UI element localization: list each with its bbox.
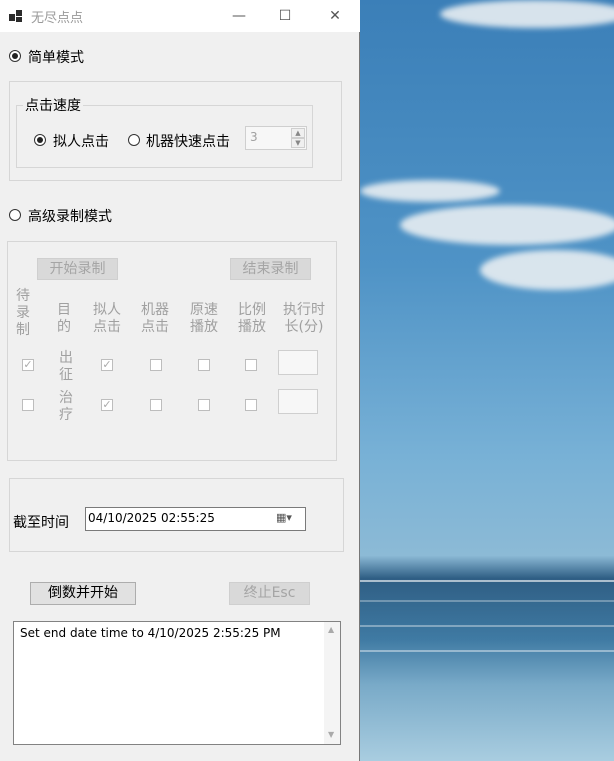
row1-target: 出征 xyxy=(59,350,73,383)
scroll-up-icon[interactable]: ▲ xyxy=(328,625,334,634)
desktop-background xyxy=(360,0,614,761)
spin-up-icon[interactable]: ▲ xyxy=(291,128,305,138)
interval-value: 3 xyxy=(250,130,258,144)
column-header-original-speed: 原速 播放 xyxy=(190,302,218,335)
human-click-label[interactable]: 拟人点击 xyxy=(53,131,109,151)
deadline-label: 截至时间 xyxy=(13,515,69,531)
column-header-ratio-play: 比例 播放 xyxy=(238,302,266,335)
scroll-down-icon[interactable]: ▼ xyxy=(328,730,334,739)
machine-click-label[interactable]: 机器快速点击 xyxy=(146,131,230,151)
human-click-radio[interactable] xyxy=(34,134,46,146)
end-record-button[interactable]: 结束录制 xyxy=(230,258,311,280)
log-textbox[interactable]: Set end date time to 4/10/2025 2:55:25 P… xyxy=(13,621,341,745)
click-speed-legend: 点击速度 xyxy=(23,95,83,115)
app-window: 无尽点点 — ☐ ✕ 简单模式 点击速度 拟人点击 机器快速点击 3 ▲ ▼ 高… xyxy=(0,0,360,761)
column-header-target: 目的 xyxy=(57,302,71,335)
row2-duration-input[interactable] xyxy=(278,389,318,414)
spin-down-icon[interactable]: ▼ xyxy=(291,138,305,148)
log-scrollbar[interactable]: ▲ ▼ xyxy=(324,622,340,744)
window-title: 无尽点点 xyxy=(31,11,84,26)
calendar-icon[interactable]: ▦▾ xyxy=(276,511,292,524)
advanced-mode-label[interactable]: 高级录制模式 xyxy=(28,206,112,226)
row2-machine-checkbox[interactable] xyxy=(150,399,162,411)
column-header-machine-click: 机器 点击 xyxy=(141,302,169,335)
row1-machine-checkbox[interactable] xyxy=(150,359,162,371)
log-text: Set end date time to 4/10/2025 2:55:25 P… xyxy=(20,626,281,640)
row1-duration-input[interactable] xyxy=(278,350,318,375)
stop-button[interactable]: 终止Esc xyxy=(229,582,310,605)
row2-original-checkbox[interactable] xyxy=(198,399,210,411)
row1-ratio-checkbox[interactable] xyxy=(245,359,257,371)
row2-target: 治疗 xyxy=(59,390,73,423)
deadline-datetime-picker[interactable]: 04/10/2025 02:55:25 ▦▾ xyxy=(85,507,306,531)
row2-human-checkbox[interactable]: ✓ xyxy=(101,399,113,411)
row2-record-checkbox[interactable] xyxy=(22,399,34,411)
column-header-human-click: 拟人 点击 xyxy=(93,302,121,335)
column-header-duration: 执行时 长(分) xyxy=(283,302,325,335)
row1-record-checkbox[interactable]: ✓ xyxy=(22,359,34,371)
title-bar[interactable]: 无尽点点 — ☐ ✕ xyxy=(0,0,360,32)
simple-mode-radio[interactable] xyxy=(9,50,21,62)
maximize-icon[interactable]: ☐ xyxy=(262,0,308,32)
row1-human-checkbox[interactable]: ✓ xyxy=(101,359,113,371)
interval-stepper[interactable]: 3 ▲ ▼ xyxy=(245,126,307,150)
row2-ratio-checkbox[interactable] xyxy=(245,399,257,411)
countdown-start-button[interactable]: 倒数并开始 xyxy=(30,582,136,605)
machine-click-radio[interactable] xyxy=(128,134,140,146)
column-header-record: 待录制 xyxy=(16,288,30,338)
start-record-button[interactable]: 开始录制 xyxy=(37,258,118,280)
row1-original-checkbox[interactable] xyxy=(198,359,210,371)
deadline-value: 04/10/2025 02:55:25 xyxy=(88,511,215,525)
app-icon xyxy=(9,9,23,23)
advanced-mode-radio[interactable] xyxy=(9,209,21,221)
simple-mode-label[interactable]: 简单模式 xyxy=(28,47,84,67)
close-icon[interactable]: ✕ xyxy=(312,0,358,32)
minimize-icon[interactable]: — xyxy=(216,0,262,32)
